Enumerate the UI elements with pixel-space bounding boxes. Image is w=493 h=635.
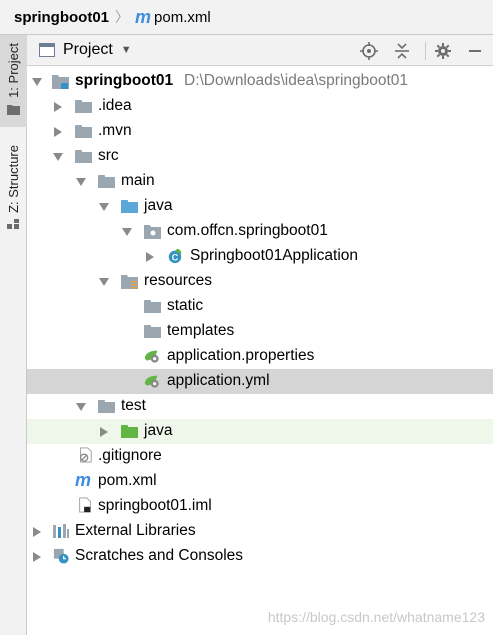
- node-label: java: [144, 422, 173, 439]
- project-view-icon: [39, 43, 55, 57]
- tree-node-iml[interactable]: springboot01.iml: [27, 494, 493, 519]
- breadcrumb-file[interactable]: pom.xml: [154, 9, 211, 26]
- expand-arrow-icon[interactable]: [76, 402, 86, 412]
- scratches-icon: [53, 548, 69, 564]
- package-icon: [144, 225, 161, 239]
- breadcrumb-project[interactable]: springboot01: [14, 9, 109, 26]
- structure-icon: [7, 218, 19, 229]
- node-label: springboot01.iml: [98, 497, 212, 514]
- tree-node-test[interactable]: test: [27, 394, 493, 419]
- source-folder-icon: [121, 200, 138, 213]
- tree-node-java[interactable]: java: [27, 194, 493, 219]
- tree-node-src[interactable]: src: [27, 144, 493, 169]
- tree-node-idea[interactable]: .idea: [27, 94, 493, 119]
- node-label: test: [121, 397, 146, 414]
- tree-node-external-libraries[interactable]: External Libraries: [27, 519, 493, 544]
- project-toolbar: Project ▼: [27, 35, 493, 66]
- folder-icon: [75, 100, 92, 113]
- maven-icon: m: [75, 470, 92, 490]
- root-path: D:\Downloads\idea\springboot01: [184, 72, 409, 89]
- tree-node-root[interactable]: springboot01 D:\Downloads\idea\springboo…: [27, 69, 493, 94]
- tree-node-package[interactable]: com.offcn.springboot01: [27, 219, 493, 244]
- spring-config-icon: [144, 350, 159, 363]
- tree-node-mvn[interactable]: .mvn: [27, 119, 493, 144]
- chevron-right-icon: 〉: [115, 9, 130, 25]
- node-label: .gitignore: [98, 447, 162, 464]
- tree-node-main[interactable]: main: [27, 169, 493, 194]
- tab-structure-label: Z: Structure: [6, 145, 21, 213]
- spring-class-icon: C: [168, 248, 182, 264]
- tab-structure[interactable]: Z: Structure: [0, 145, 27, 245]
- toolbar-divider: [425, 42, 426, 60]
- node-label: application.yml: [167, 372, 270, 389]
- view-selector[interactable]: Project: [63, 41, 113, 59]
- tab-project[interactable]: 1: Project: [0, 35, 27, 127]
- node-label: Springboot01Application: [190, 247, 359, 264]
- folder-icon: [75, 125, 92, 138]
- expand-arrow-icon[interactable]: [32, 552, 42, 562]
- expand-arrow-icon[interactable]: [32, 77, 42, 87]
- spring-config-icon: [144, 375, 159, 388]
- node-label: .idea: [98, 97, 132, 114]
- iml-file-icon: [79, 497, 91, 513]
- node-label: pom.xml: [98, 472, 157, 489]
- folder-icon: [7, 104, 20, 115]
- expand-arrow-icon[interactable]: [53, 127, 63, 137]
- tree-node-app-class[interactable]: C Springboot01Application: [27, 244, 493, 269]
- tree-node-resources[interactable]: resources: [27, 269, 493, 294]
- tab-project-label: 1: Project: [6, 43, 21, 98]
- node-label: java: [144, 197, 173, 214]
- tree-node-static[interactable]: static: [27, 294, 493, 319]
- node-label: resources: [144, 272, 213, 289]
- tree-node-pom[interactable]: m pom.xml: [27, 469, 493, 494]
- folder-icon: [144, 300, 161, 313]
- node-label: Scratches and Consoles: [75, 547, 244, 564]
- folder-icon: [75, 150, 92, 163]
- collapse-all-icon[interactable]: [392, 41, 412, 61]
- expand-arrow-icon[interactable]: [53, 152, 63, 162]
- maven-icon: m: [135, 6, 152, 27]
- dropdown-arrow-icon[interactable]: ▼: [121, 44, 132, 56]
- expand-arrow-icon[interactable]: [99, 277, 109, 287]
- gear-icon[interactable]: [433, 41, 453, 61]
- project-tree: springboot01 D:\Downloads\idea\springboo…: [27, 66, 493, 635]
- node-label: .mvn: [98, 122, 132, 139]
- folder-icon: [98, 400, 115, 413]
- folder-icon: [98, 175, 115, 188]
- test-source-folder-icon: [121, 425, 138, 438]
- folder-icon: [144, 325, 161, 338]
- tree-node-app-yml[interactable]: application.yml: [27, 369, 493, 394]
- tool-window-strip: 1: Project Z: Structure: [0, 35, 27, 635]
- minimize-icon[interactable]: [465, 41, 485, 61]
- locate-icon[interactable]: [359, 41, 379, 61]
- expand-arrow-icon[interactable]: [53, 102, 63, 112]
- tree-node-test-java[interactable]: java: [27, 419, 493, 444]
- expand-arrow-icon[interactable]: [122, 227, 132, 237]
- node-label: static: [167, 297, 204, 314]
- svg-text:C: C: [172, 252, 179, 262]
- tree-node-templates[interactable]: templates: [27, 319, 493, 344]
- tree-node-gitignore[interactable]: .gitignore: [27, 444, 493, 469]
- expand-arrow-icon[interactable]: [145, 252, 155, 262]
- expand-arrow-icon[interactable]: [76, 177, 86, 187]
- module-folder-icon: [52, 75, 69, 89]
- expand-arrow-icon[interactable]: [99, 427, 109, 437]
- expand-arrow-icon[interactable]: [32, 527, 42, 537]
- node-label: com.offcn.springboot01: [167, 222, 328, 239]
- tree-node-scratches[interactable]: Scratches and Consoles: [27, 544, 493, 569]
- tree-node-app-properties[interactable]: application.properties: [27, 344, 493, 369]
- node-label: External Libraries: [75, 522, 196, 539]
- watermark: https://blog.csdn.net/whatname123: [267, 609, 485, 625]
- expand-arrow-icon[interactable]: [99, 202, 109, 212]
- node-label: application.properties: [167, 347, 315, 364]
- resources-folder-icon: [121, 275, 138, 289]
- node-label: templates: [167, 322, 235, 339]
- library-icon: [53, 524, 69, 538]
- gitignore-file-icon: [79, 447, 92, 463]
- root-name: springboot01: [75, 72, 174, 89]
- node-label: src: [98, 147, 119, 164]
- navigation-bar: springboot01 〉 m pom.xml: [0, 0, 493, 35]
- node-label: main: [121, 172, 155, 189]
